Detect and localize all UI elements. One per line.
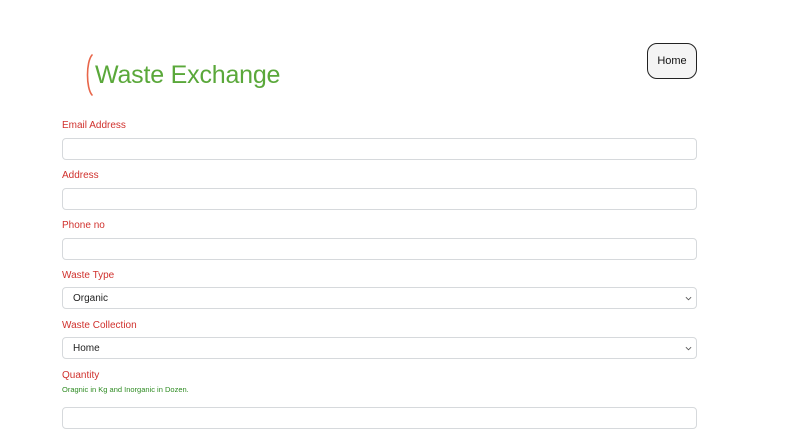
waste-collection-selected-value: Home — [73, 342, 100, 354]
address-input[interactable] — [62, 188, 697, 210]
chevron-down-icon — [685, 346, 692, 351]
email-input[interactable] — [62, 138, 697, 160]
waste-type-selected-value: Organic — [73, 292, 109, 304]
email-label: Email Address — [62, 120, 126, 131]
address-label: Address — [62, 170, 99, 181]
waste-type-select[interactable]: Organic — [62, 287, 697, 309]
waste-type-label: Waste Type — [62, 270, 115, 281]
site-logo[interactable]: Waste Exchange — [84, 54, 280, 96]
waste-collection-label: Waste Collection — [62, 320, 137, 331]
home-button[interactable]: Home — [647, 43, 697, 79]
quantity-input[interactable] — [62, 407, 697, 429]
waste-collection-select[interactable]: Home — [62, 337, 697, 359]
header: Waste Exchange Home — [0, 0, 806, 115]
phone-label: Phone no — [62, 220, 105, 231]
page: Waste Exchange Home Email Address Addres… — [0, 0, 806, 447]
quantity-label: Quantity — [62, 370, 100, 381]
bracket-logo-icon — [86, 54, 93, 96]
chevron-down-icon — [685, 296, 692, 301]
logo-text: Waste Exchange — [95, 61, 281, 89]
phone-input[interactable] — [62, 238, 697, 260]
quantity-hint: Oragnic in Kg and Inorganic in Dozen. — [62, 385, 189, 394]
